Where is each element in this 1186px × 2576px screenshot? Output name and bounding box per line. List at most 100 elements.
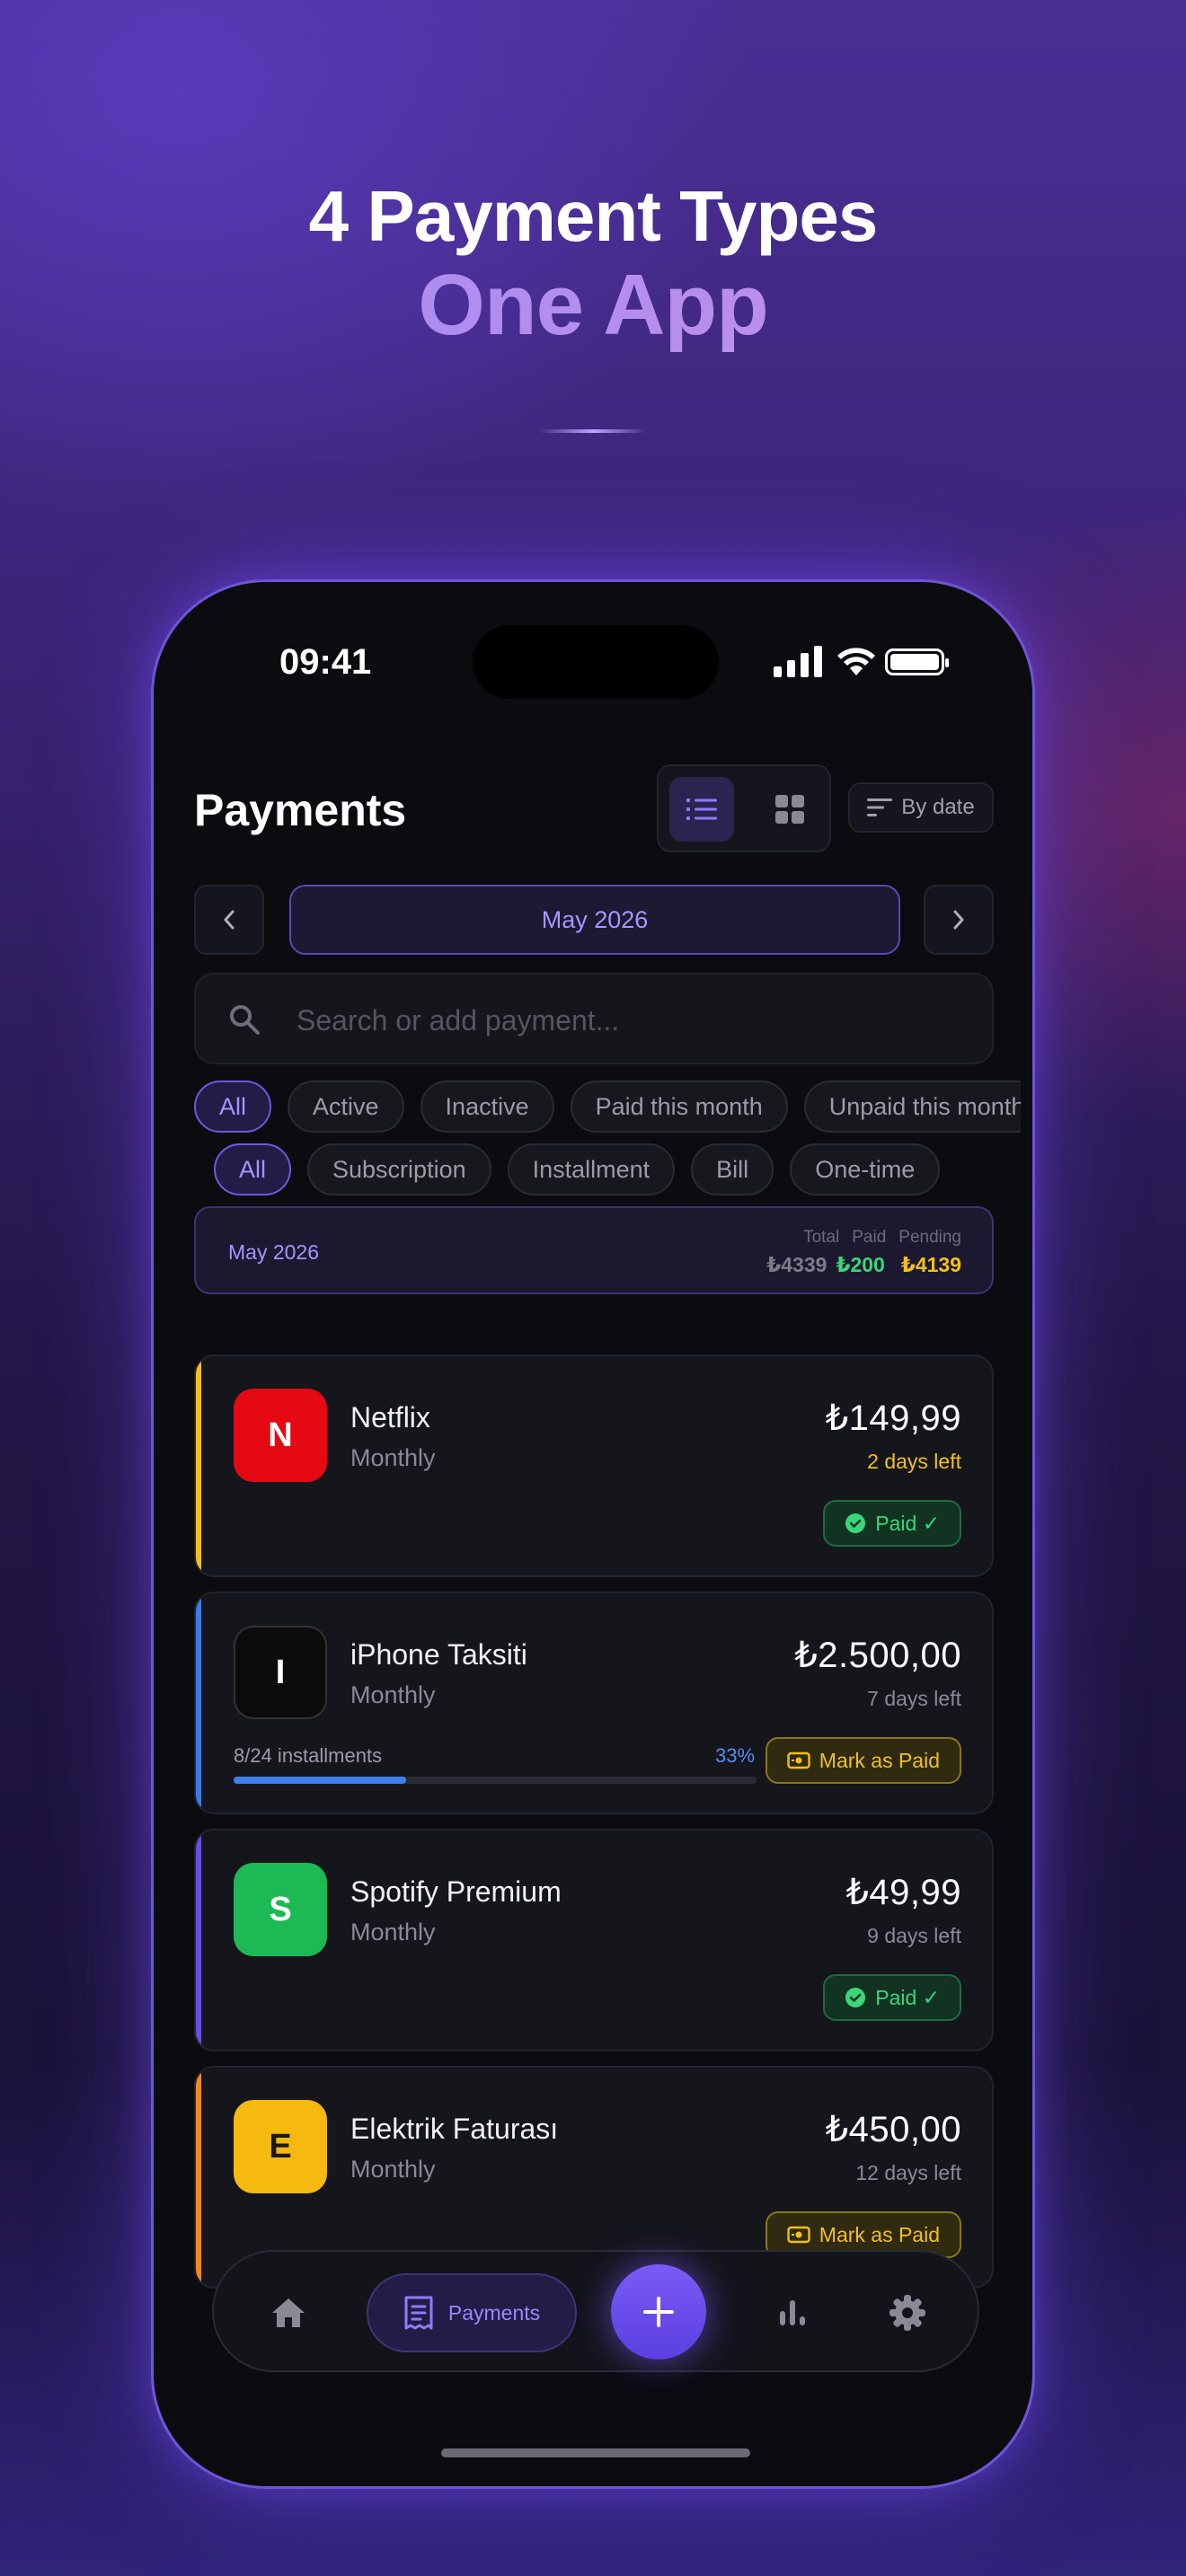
- payment-card[interactable]: IiPhone Taksiti Monthly ₺2.500,00 7 days le…: [194, 1592, 994, 1814]
- page-title: Payments: [194, 785, 407, 835]
- phone-frame: 09:41 Payments By date May 2026 Search o…: [151, 579, 1035, 2489]
- type-filter-chip[interactable]: Installment: [507, 1143, 676, 1195]
- search-icon: [230, 1005, 260, 1035]
- status-icons: [774, 645, 953, 681]
- summary-paid: ₺200: [836, 1253, 885, 1276]
- prev-month-button[interactable]: [194, 885, 264, 955]
- tab-payments[interactable]: Payments: [367, 2273, 577, 2352]
- hero-divider: [539, 429, 647, 433]
- home-icon: [272, 2298, 305, 2327]
- month-selector[interactable]: May 2026: [289, 885, 900, 955]
- grid-view-button[interactable]: [757, 777, 822, 842]
- type-filter-chip[interactable]: Bill: [691, 1143, 774, 1195]
- mark-as-paid-button[interactable]: Mark as Paid: [765, 1737, 961, 1784]
- type-filter-chip[interactable]: Subscription: [307, 1143, 491, 1195]
- sort-button[interactable]: By date: [848, 782, 994, 833]
- type-filter-bar: All Subscription Installment Bill One-ti…: [214, 1143, 941, 1197]
- installment-count: 8/24 installments: [234, 1744, 383, 1767]
- check-circle-icon: [845, 1513, 866, 1533]
- payment-logo: I: [234, 1626, 327, 1719]
- tab-statistics[interactable]: [757, 2277, 828, 2349]
- chip-label: All: [219, 1092, 247, 1120]
- month-label: May 2026: [541, 905, 649, 933]
- search-input[interactable]: [296, 998, 961, 1043]
- chip-label: All: [239, 1155, 267, 1183]
- payment-frequency: Monthly: [350, 2156, 436, 2183]
- wifi-icon: [837, 648, 875, 675]
- chip-label: Active: [313, 1092, 379, 1120]
- chevron-right-icon: [953, 910, 964, 930]
- chip-label: One-time: [815, 1155, 916, 1183]
- tab-payments-label: Payments: [447, 2300, 541, 2325]
- payment-initial: N: [268, 1416, 293, 1454]
- list-view-button[interactable]: [669, 777, 734, 842]
- payment-frequency: Monthly: [350, 1681, 436, 1708]
- chip-label: Paid this month: [595, 1092, 763, 1120]
- mark-as-paid-label: Mark as Paid: [819, 1748, 940, 1772]
- paid-badge[interactable]: Paid ✓: [823, 1974, 961, 2021]
- paid-badge-label: Paid ✓: [875, 1511, 940, 1535]
- payment-logo: E: [234, 2100, 327, 2193]
- summary-paid-label: Paid: [852, 1228, 887, 1247]
- summary-pending: ₺4139: [900, 1253, 961, 1276]
- paid-badge-label: Paid ✓: [875, 1985, 940, 2009]
- sort-label: By date: [901, 795, 975, 819]
- view-toggle: [657, 764, 831, 852]
- card-accent-bar: [196, 2068, 201, 2287]
- payment-due: 7 days left: [867, 1687, 961, 1710]
- sort-icon: [867, 798, 893, 816]
- status-filter-chip[interactable]: Inactive: [420, 1081, 554, 1133]
- payment-name: Spotify Premium: [350, 1875, 562, 1908]
- payment-card[interactable]: N Netflix Monthly ₺149,99 2 days left Paid ✓: [194, 1354, 994, 1577]
- payment-initial: E: [269, 2127, 292, 2166]
- grid-icon: [775, 795, 804, 824]
- payment-amount: ₺450,00: [825, 2110, 961, 2149]
- chip-label: Subscription: [332, 1155, 466, 1183]
- home-indicator: [441, 2448, 750, 2457]
- payment-name: Elektrik Faturası: [350, 2113, 559, 2145]
- chip-label: Inactive: [445, 1092, 529, 1120]
- summary-month: May 2026: [228, 1240, 320, 1264]
- payment-due: 12 days left: [855, 2161, 961, 2184]
- tab-home[interactable]: [252, 2277, 324, 2349]
- summary-total-label: Total: [803, 1228, 840, 1247]
- installment-progress-fill: [234, 1777, 407, 1784]
- search-bar: [194, 973, 994, 1064]
- tab-settings[interactable]: [872, 2277, 943, 2349]
- chip-label: Unpaid this month: [828, 1092, 1021, 1120]
- payment-due: 2 days left: [867, 1450, 961, 1473]
- payment-name: Netflix: [350, 1401, 430, 1434]
- hero-subtitle: One App: [0, 256, 1186, 355]
- payment-frequency: Monthly: [350, 1919, 436, 1945]
- payment-initial: S: [269, 1890, 292, 1928]
- dynamic-island: [473, 625, 719, 699]
- chip-label: Installment: [532, 1155, 651, 1183]
- check-circle-icon: [845, 1988, 866, 2007]
- card-accent-bar: [196, 1356, 201, 1575]
- add-payment-button[interactable]: [611, 2264, 706, 2360]
- next-month-button[interactable]: [924, 885, 994, 955]
- payment-initial: I: [275, 1653, 286, 1691]
- status-filter-chip[interactable]: All: [194, 1081, 272, 1133]
- type-filter-chip[interactable]: All: [214, 1143, 292, 1195]
- tab-bar: Payments: [212, 2250, 979, 2372]
- signal-icon: [774, 645, 824, 677]
- payment-logo: N: [234, 1389, 327, 1482]
- mark-as-paid-label: Mark as Paid: [819, 2222, 940, 2246]
- cash-icon: [787, 1751, 810, 1769]
- chevron-left-icon: [224, 910, 235, 930]
- cash-icon: [787, 2226, 810, 2244]
- type-filter-chip[interactable]: One-time: [790, 1143, 941, 1195]
- payment-card[interactable]: S Spotify Premium Monthly ₺49,99 9 days left…: [194, 1829, 994, 2051]
- receipt-icon: [404, 2296, 433, 2330]
- installment-percent: 33%: [715, 1744, 756, 1767]
- monthly-summary: May 2026 Total Paid Pending ₺4339 ₺200 ₺…: [194, 1206, 994, 1294]
- plus-icon: [643, 2297, 674, 2327]
- payment-amount: ₺49,99: [845, 1873, 961, 1912]
- paid-badge[interactable]: Paid ✓: [823, 1500, 961, 1547]
- battery-icon: [885, 648, 949, 675]
- status-filter-chip[interactable]: Paid this month: [570, 1081, 788, 1133]
- hero-title: 4 Payment Types: [308, 176, 879, 256]
- status-filter-chip[interactable]: Unpaid this month: [803, 1081, 1021, 1133]
- status-filter-chip[interactable]: Active: [288, 1081, 404, 1133]
